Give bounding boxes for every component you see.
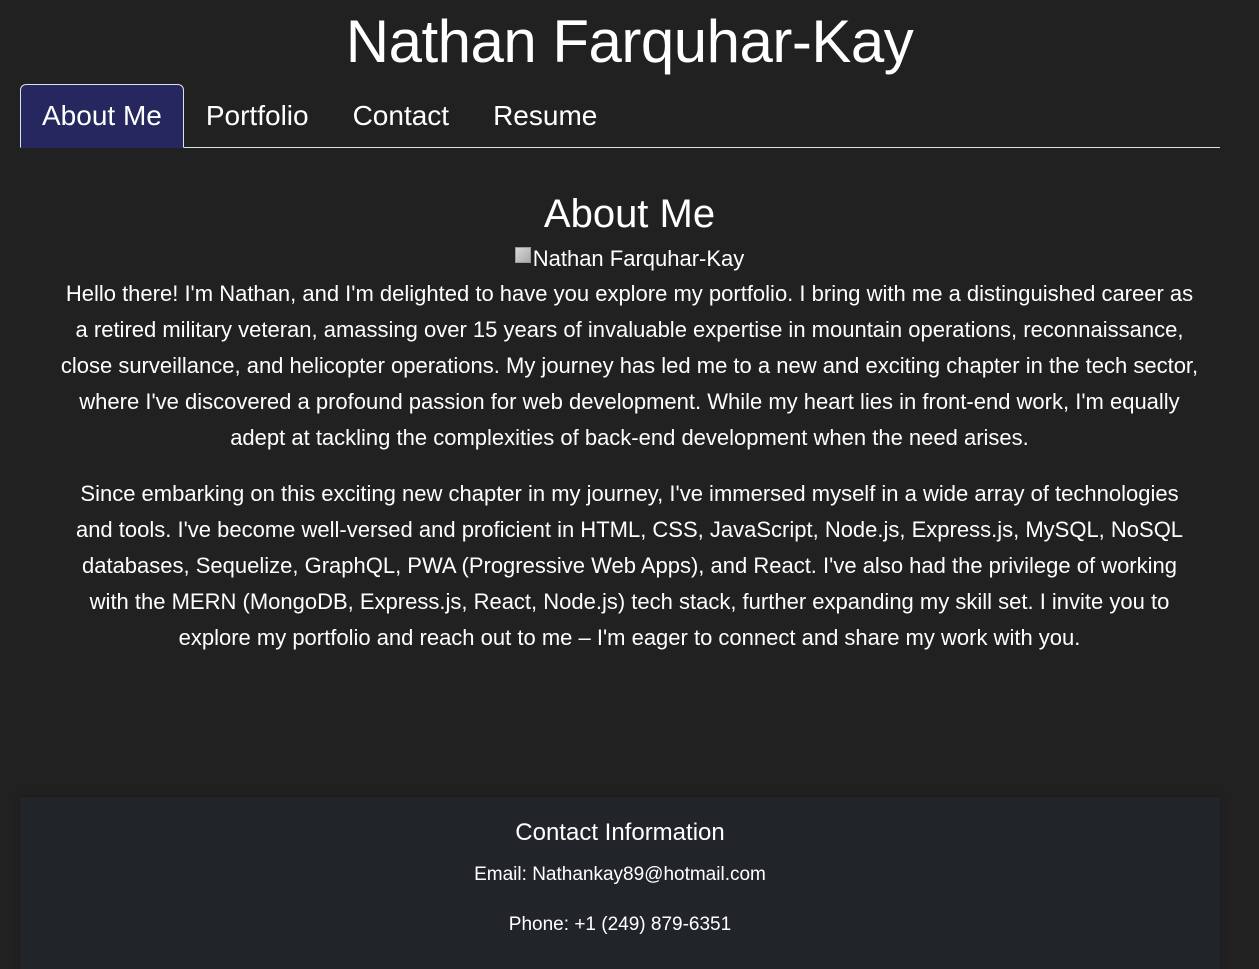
about-paragraph-1: Hello there! I'm Nathan, and I'm delight…	[60, 281, 1199, 450]
profile-photo: Nathan Farquhar-Kay	[514, 242, 745, 276]
tab-about-me[interactable]: About Me	[20, 84, 184, 148]
tab-contact[interactable]: Contact	[331, 84, 472, 148]
tab-resume[interactable]: Resume	[471, 84, 619, 148]
footer-title: Contact Information	[515, 819, 725, 846]
site-title: Nathan Farquhar-Kay	[345, 8, 914, 75]
broken-image-icon	[514, 247, 531, 263]
contact-footer: Contact Information Email: Nathankay89@h…	[20, 797, 1220, 969]
email-link[interactable]: Nathankay89@hotmail.com	[532, 864, 766, 885]
tab-portfolio[interactable]: Portfolio	[184, 84, 331, 148]
profile-photo-alt-text: Nathan Farquhar-Kay	[532, 246, 745, 271]
footer-email: Email: Nathankay89@hotmail.com	[20, 861, 1220, 889]
phone-label: Phone:	[508, 914, 570, 935]
footer-phone: Phone: +1 (249) 879-6351	[20, 911, 1220, 939]
phone-link[interactable]: +1 (249) 879-6351	[574, 914, 731, 935]
section-heading: About Me	[543, 192, 716, 236]
about-paragraph-2: Since embarking on this exciting new cha…	[75, 481, 1184, 650]
main-nav: About Me Portfolio Contact Resume	[20, 84, 1220, 148]
about-section: About Me Nathan Farquhar-Kay Hello there…	[60, 188, 1199, 676]
email-label: Email:	[474, 864, 527, 885]
